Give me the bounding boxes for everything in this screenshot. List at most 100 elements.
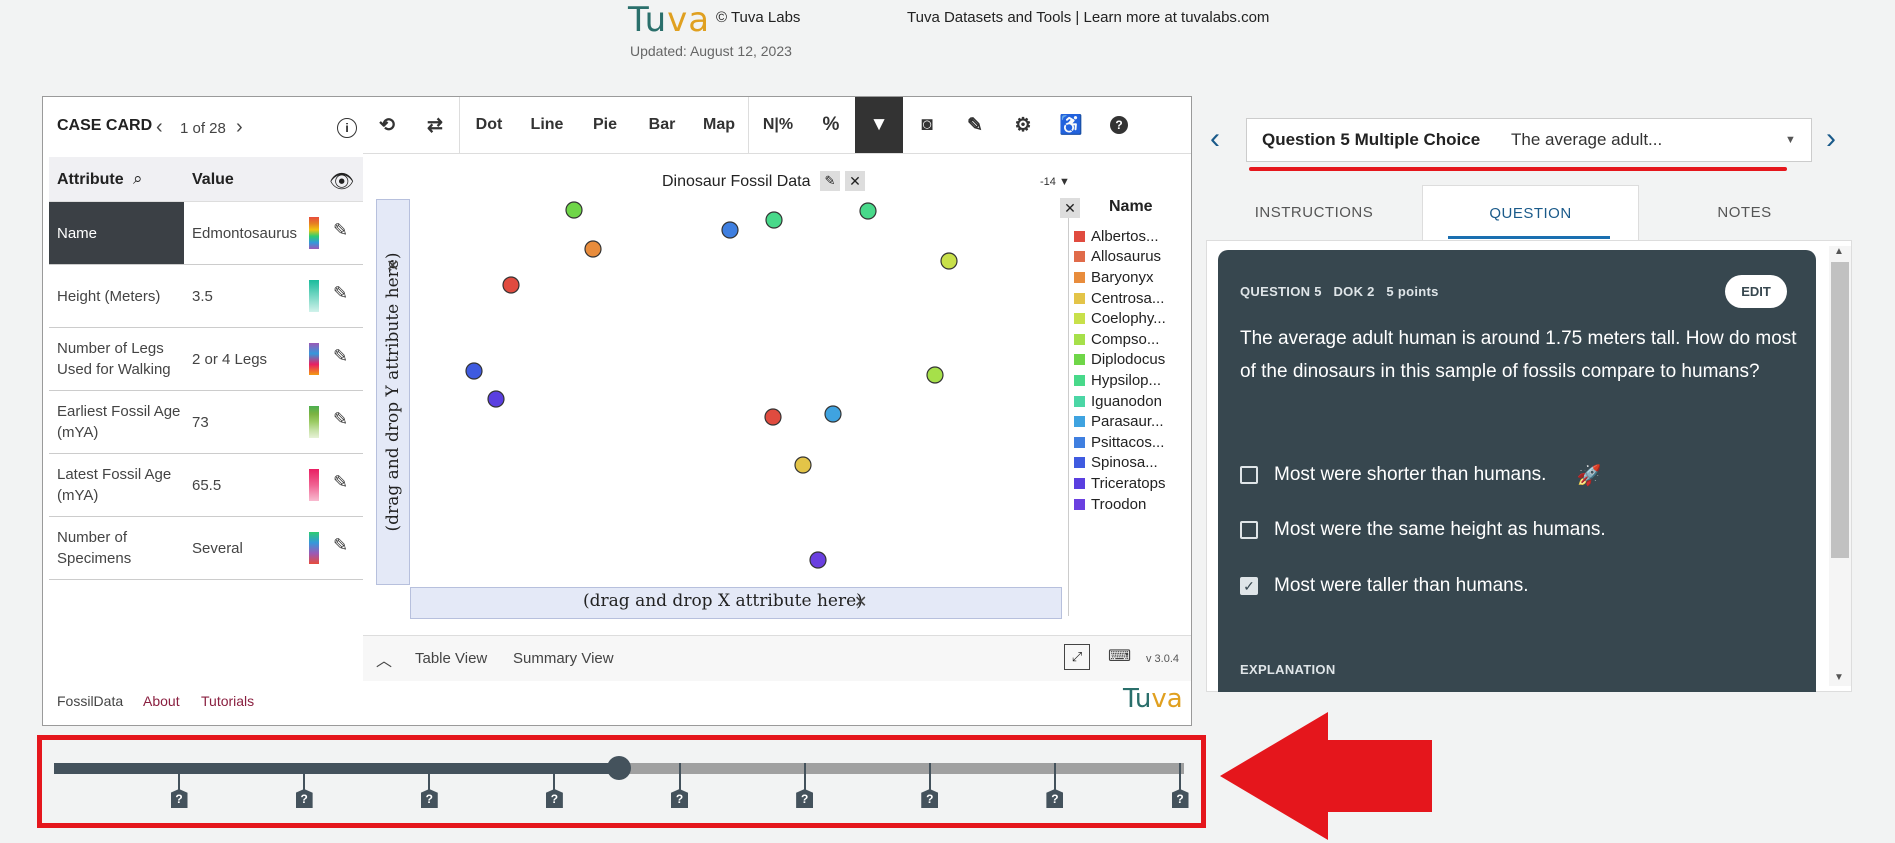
table-view-tab[interactable]: Table View: [415, 650, 487, 667]
data-point[interactable]: [824, 405, 842, 423]
data-point[interactable]: [487, 390, 505, 408]
legend-item[interactable]: Baryonyx: [1074, 267, 1166, 288]
line-button[interactable]: Line: [518, 97, 576, 153]
answer-checkbox-checked[interactable]: ✓: [1240, 577, 1258, 595]
case-card-row[interactable]: Latest Fossil Age (mYA) 65.5 ✎: [49, 454, 363, 517]
legend-item[interactable]: Allosaurus: [1074, 247, 1166, 268]
legend-item[interactable]: Compso...: [1074, 329, 1166, 350]
expand-icon[interactable]: ⤢: [1064, 644, 1090, 670]
question-marker[interactable]: ?: [545, 789, 563, 808]
case-card-prev-icon[interactable]: ‹: [156, 116, 163, 139]
data-point[interactable]: [465, 362, 483, 380]
prev-question-icon[interactable]: ‹: [1210, 122, 1220, 156]
question-marker[interactable]: ?: [295, 789, 313, 808]
scrollbar-thumb[interactable]: [1831, 262, 1849, 558]
data-point[interactable]: [765, 211, 783, 229]
filter-count[interactable]: -14 ▼: [1040, 176, 1070, 188]
data-point[interactable]: [794, 456, 812, 474]
pencil-icon[interactable]: ✎: [333, 535, 348, 556]
data-point[interactable]: [584, 240, 602, 258]
color-swatch[interactable]: [309, 217, 319, 249]
tab-notes[interactable]: NOTES: [1637, 185, 1852, 240]
tutorials-link[interactable]: Tutorials: [201, 693, 254, 709]
question-marker[interactable]: ?: [921, 789, 939, 808]
attribute-name[interactable]: Number of Legs Used for Walking: [49, 328, 184, 390]
chevron-down-icon[interactable]: ▼: [1785, 134, 1796, 146]
tab-question[interactable]: QUESTION: [1422, 185, 1639, 241]
attribute-name[interactable]: Number of Specimens: [49, 517, 184, 579]
color-swatch[interactable]: [309, 343, 319, 375]
color-swatch[interactable]: [309, 532, 319, 564]
case-card-row[interactable]: Height (Meters) 3.5 ✎: [49, 265, 363, 328]
chevron-up-icon[interactable]: ︿: [376, 647, 392, 671]
eye-icon[interactable]: 👁: [329, 169, 354, 194]
legend-item[interactable]: Spinosa...: [1074, 453, 1166, 474]
keyboard-icon[interactable]: ⌨: [1108, 646, 1131, 666]
data-point[interactable]: [764, 408, 782, 426]
help-icon[interactable]: ?: [1095, 97, 1143, 153]
data-point[interactable]: [809, 551, 827, 569]
attribute-name[interactable]: Name: [49, 202, 184, 264]
data-point[interactable]: [940, 252, 958, 270]
question-marker[interactable]: ?: [671, 789, 688, 808]
legend-item[interactable]: Albertos...: [1074, 226, 1166, 247]
swap-axes-icon[interactable]: ⇄: [411, 97, 460, 153]
legend-item[interactable]: Iguanodon: [1074, 391, 1166, 412]
answer-option[interactable]: Most were shorter than humans. 🚀: [1240, 462, 1601, 488]
tab-instructions[interactable]: INSTRUCTIONS: [1206, 185, 1422, 240]
pencil-icon[interactable]: ✎: [333, 409, 348, 430]
legend-item[interactable]: Hypsilop...: [1074, 370, 1166, 391]
info-icon[interactable]: i: [337, 118, 357, 138]
legend-item[interactable]: Diplodocus: [1074, 350, 1166, 371]
color-swatch[interactable]: [309, 280, 319, 312]
data-point[interactable]: [721, 221, 739, 239]
attribute-name[interactable]: Earliest Fossil Age (mYA): [49, 391, 184, 453]
answer-option[interactable]: Most were the same height as humans.: [1240, 517, 1606, 543]
answer-option[interactable]: ✓ Most were taller than humans.: [1240, 573, 1529, 599]
percent-icon[interactable]: %: [807, 97, 855, 153]
camera-icon[interactable]: ◙: [903, 97, 951, 153]
map-button[interactable]: Map: [690, 97, 749, 153]
pie-button[interactable]: Pie: [576, 97, 634, 153]
data-point[interactable]: [859, 202, 877, 220]
pencil-icon[interactable]: ✎: [333, 346, 348, 367]
question-marker[interactable]: ?: [1046, 789, 1064, 808]
color-swatch[interactable]: [309, 406, 319, 438]
accessibility-icon[interactable]: ♿: [1047, 97, 1095, 153]
pencil-icon[interactable]: ✎: [333, 283, 348, 304]
next-question-icon[interactable]: ›: [1826, 122, 1836, 156]
dot-button[interactable]: Dot: [460, 97, 518, 153]
attribute-name[interactable]: Latest Fossil Age (mYA): [49, 454, 184, 516]
search-icon[interactable]: ⌕: [133, 169, 143, 189]
case-card-next-icon[interactable]: ›: [236, 116, 243, 139]
data-point[interactable]: [502, 276, 520, 294]
legend-item[interactable]: Coelophy...: [1074, 308, 1166, 329]
legend-item[interactable]: Parasaur...: [1074, 411, 1166, 432]
attribute-name[interactable]: Height (Meters): [49, 265, 184, 327]
close-title-icon[interactable]: ✕: [845, 171, 865, 191]
datasets-link[interactable]: Tuva Datasets and Tools | Learn more at …: [907, 9, 1269, 26]
question-marker[interactable]: ?: [170, 789, 188, 808]
summary-view-tab[interactable]: Summary View: [513, 650, 614, 667]
reset-icon[interactable]: ⟲: [363, 97, 411, 153]
case-card-row[interactable]: Name Edmontosaurus ✎: [49, 202, 363, 265]
pencil-icon[interactable]: ✎: [951, 97, 999, 153]
question-marker[interactable]: ?: [1171, 789, 1189, 808]
clear-y-icon[interactable]: ✕: [386, 256, 399, 276]
question-marker[interactable]: ?: [796, 789, 814, 808]
close-legend-icon[interactable]: ✕: [1060, 198, 1080, 218]
scroll-up-icon[interactable]: ▲: [1834, 246, 1844, 257]
legend-item[interactable]: Psittacos...: [1074, 432, 1166, 453]
pencil-icon[interactable]: ✎: [333, 220, 348, 241]
edit-button[interactable]: EDIT: [1725, 275, 1787, 308]
legend-item[interactable]: Centrosa...: [1074, 288, 1166, 309]
color-swatch[interactable]: [309, 469, 319, 501]
answer-checkbox[interactable]: [1240, 521, 1258, 539]
filter-icon[interactable]: ▼: [855, 97, 903, 153]
data-point[interactable]: [565, 201, 583, 219]
answer-checkbox[interactable]: [1240, 466, 1258, 484]
gear-icon[interactable]: ⚙: [999, 97, 1047, 153]
edit-title-icon[interactable]: ✎: [820, 171, 840, 191]
bar-button[interactable]: Bar: [634, 97, 690, 153]
progress-thumb[interactable]: [607, 756, 631, 780]
